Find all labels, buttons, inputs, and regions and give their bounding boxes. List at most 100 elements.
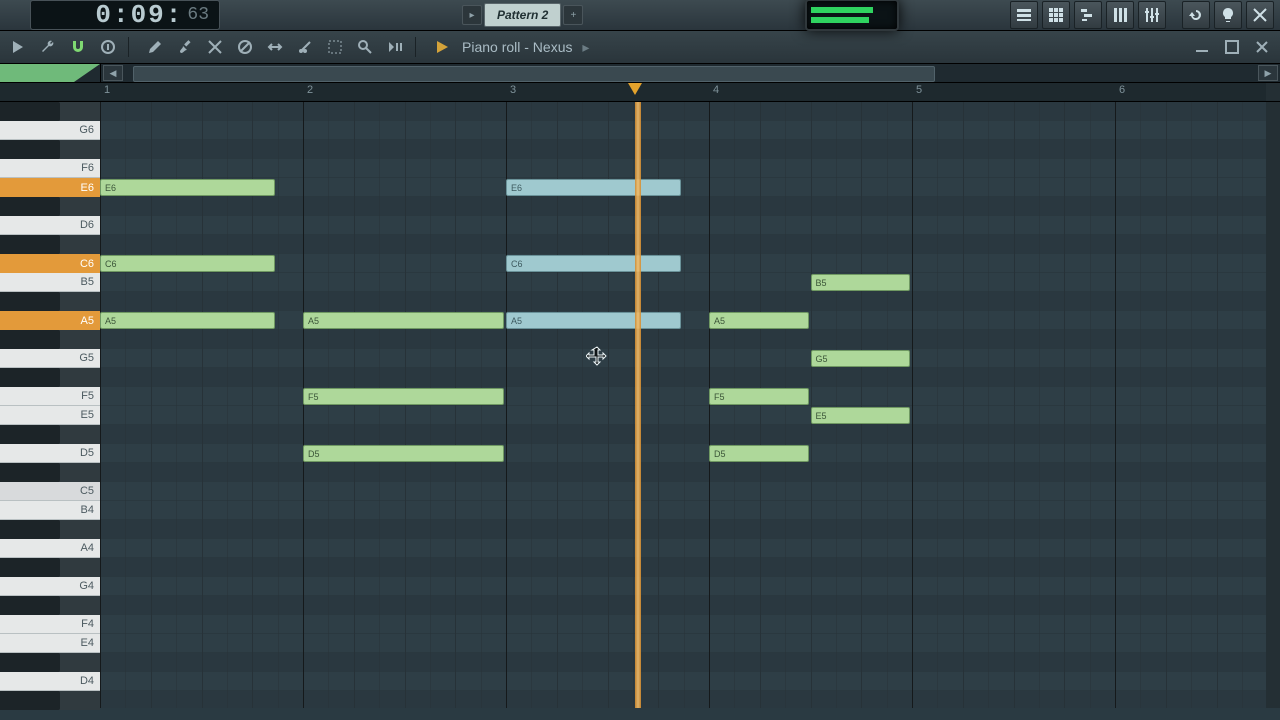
- key-F4[interactable]: F4: [0, 615, 100, 634]
- menu-triangle-icon[interactable]: [6, 35, 30, 59]
- play-marker-icon[interactable]: [628, 83, 642, 95]
- note-B5[interactable]: B5: [811, 274, 911, 291]
- note-G5[interactable]: G5: [811, 350, 911, 367]
- browser-icon[interactable]: [1106, 1, 1134, 29]
- note-E5[interactable]: E5: [811, 407, 911, 424]
- black-key[interactable]: [0, 691, 60, 710]
- key-C5[interactable]: C5: [0, 482, 100, 501]
- slice-tool-icon[interactable]: [293, 35, 317, 59]
- snap-magnet-icon[interactable]: [66, 35, 90, 59]
- note-C6[interactable]: C6: [506, 255, 681, 272]
- black-key[interactable]: [0, 292, 60, 311]
- note-C6[interactable]: C6: [100, 255, 275, 272]
- draw-pencil-icon[interactable]: [143, 35, 167, 59]
- note-F5[interactable]: F5: [303, 388, 504, 405]
- time-display[interactable]: 0:09: 63: [30, 0, 220, 30]
- minimize-icon[interactable]: [1190, 35, 1214, 59]
- mixer-icon[interactable]: [1138, 1, 1166, 29]
- pattern-add-button[interactable]: +: [563, 5, 583, 25]
- black-key[interactable]: [0, 558, 60, 577]
- playhead[interactable]: [635, 102, 641, 708]
- black-key[interactable]: [0, 368, 60, 387]
- close-panel-icon[interactable]: [1246, 1, 1274, 29]
- note-D5[interactable]: D5: [303, 445, 504, 462]
- play-icon[interactable]: [430, 35, 454, 59]
- key-D5[interactable]: D5: [0, 444, 100, 463]
- note-A5[interactable]: A5: [303, 312, 504, 329]
- vertical-scrollbar[interactable]: [1266, 102, 1280, 708]
- key-D4[interactable]: D4: [0, 672, 100, 691]
- options-list-icon[interactable]: [96, 35, 120, 59]
- key-E4[interactable]: E4: [0, 634, 100, 653]
- bar-number: 6: [1119, 84, 1125, 96]
- tools-wrench-icon[interactable]: [36, 35, 60, 59]
- paint-brush-icon[interactable]: [173, 35, 197, 59]
- channel-dropdown-icon[interactable]: ▸: [582, 39, 589, 55]
- step-seq-icon[interactable]: [1042, 1, 1070, 29]
- zoom-tool-icon[interactable]: [353, 35, 377, 59]
- note-A5[interactable]: A5: [506, 312, 681, 329]
- master-meter[interactable]: [805, 0, 899, 31]
- mute-tool-icon[interactable]: [233, 35, 257, 59]
- bar-number: 5: [916, 84, 922, 96]
- key-B4[interactable]: B4: [0, 501, 100, 520]
- black-key[interactable]: [0, 520, 60, 539]
- key-B5[interactable]: B5: [0, 273, 100, 292]
- piano-roll-body: G6F6E6D6C6B5A5G5F5E5D5C5B4A4G4F4E4D4 E6C…: [0, 102, 1280, 708]
- note-F5[interactable]: F5: [709, 388, 809, 405]
- move-cursor-icon: [586, 346, 608, 368]
- black-key[interactable]: [0, 653, 60, 672]
- note-E6[interactable]: E6: [506, 179, 681, 196]
- black-key[interactable]: [0, 102, 60, 121]
- note-grid[interactable]: E6C6A5A5F5D5E6C6A5A5F5D5B5G5E5: [100, 102, 1266, 708]
- overview-corner[interactable]: [0, 64, 101, 82]
- piano-roll-toolbar: Piano roll - Nexus ▸: [0, 31, 1280, 64]
- delete-cut-icon[interactable]: [203, 35, 227, 59]
- piano-keyboard[interactable]: G6 F6E6 D6 C6B5 A5 G5 F5E5 D5 C5B4 A4 G4 F4E4 D4: [0, 102, 100, 708]
- overview-left-arrow[interactable]: ◀: [103, 65, 123, 81]
- black-key[interactable]: [0, 140, 60, 159]
- key-G6[interactable]: G6: [0, 121, 100, 140]
- overview-right-arrow[interactable]: ▶: [1258, 65, 1278, 81]
- key-A5[interactable]: A5: [0, 311, 100, 330]
- playback-tool-icon[interactable]: [383, 35, 407, 59]
- black-key[interactable]: [0, 596, 60, 615]
- overview-scroll[interactable]: [125, 64, 1256, 82]
- overview-strip: ◀ ▶: [0, 64, 1280, 83]
- undo-history-icon[interactable]: [1182, 1, 1210, 29]
- key-E5[interactable]: E5: [0, 406, 100, 425]
- pattern-selector: ▸ Pattern 2 +: [460, 3, 585, 27]
- overview-thumb[interactable]: [133, 66, 935, 82]
- hint-icon[interactable]: [1214, 1, 1242, 29]
- time-cents: 63: [187, 5, 209, 25]
- black-key[interactable]: [0, 463, 60, 482]
- timeline-ruler[interactable]: 123456: [100, 83, 1266, 101]
- pattern-name-lcd[interactable]: Pattern 2: [484, 3, 561, 27]
- black-key[interactable]: [0, 235, 60, 254]
- key-G5[interactable]: G5: [0, 349, 100, 368]
- note-E6[interactable]: E6: [100, 179, 275, 196]
- key-C6[interactable]: C6: [0, 254, 100, 273]
- select-tool-icon[interactable]: [323, 35, 347, 59]
- key-F6[interactable]: F6: [0, 159, 100, 178]
- note-A5[interactable]: A5: [100, 312, 275, 329]
- pattern-prev-button[interactable]: ▸: [462, 5, 482, 25]
- black-key[interactable]: [0, 330, 60, 349]
- black-key[interactable]: [0, 197, 60, 216]
- black-key[interactable]: [0, 425, 60, 444]
- bar-number: 3: [510, 84, 516, 96]
- note-A5[interactable]: A5: [709, 312, 809, 329]
- piano-roll-top-icon[interactable]: [1074, 1, 1102, 29]
- close-icon[interactable]: [1250, 35, 1274, 59]
- note-D5[interactable]: D5: [709, 445, 809, 462]
- key-G4[interactable]: G4: [0, 577, 100, 596]
- timeline-ruler-row: 123456: [0, 83, 1280, 102]
- piano-roll-title: Piano roll - Nexus ▸: [462, 39, 589, 56]
- maximize-icon[interactable]: [1220, 35, 1244, 59]
- slip-tool-icon[interactable]: [263, 35, 287, 59]
- key-E6[interactable]: E6: [0, 178, 100, 197]
- playlist-icon[interactable]: [1010, 1, 1038, 29]
- key-D6[interactable]: D6: [0, 216, 100, 235]
- key-A4[interactable]: A4: [0, 539, 100, 558]
- key-F5[interactable]: F5: [0, 387, 100, 406]
